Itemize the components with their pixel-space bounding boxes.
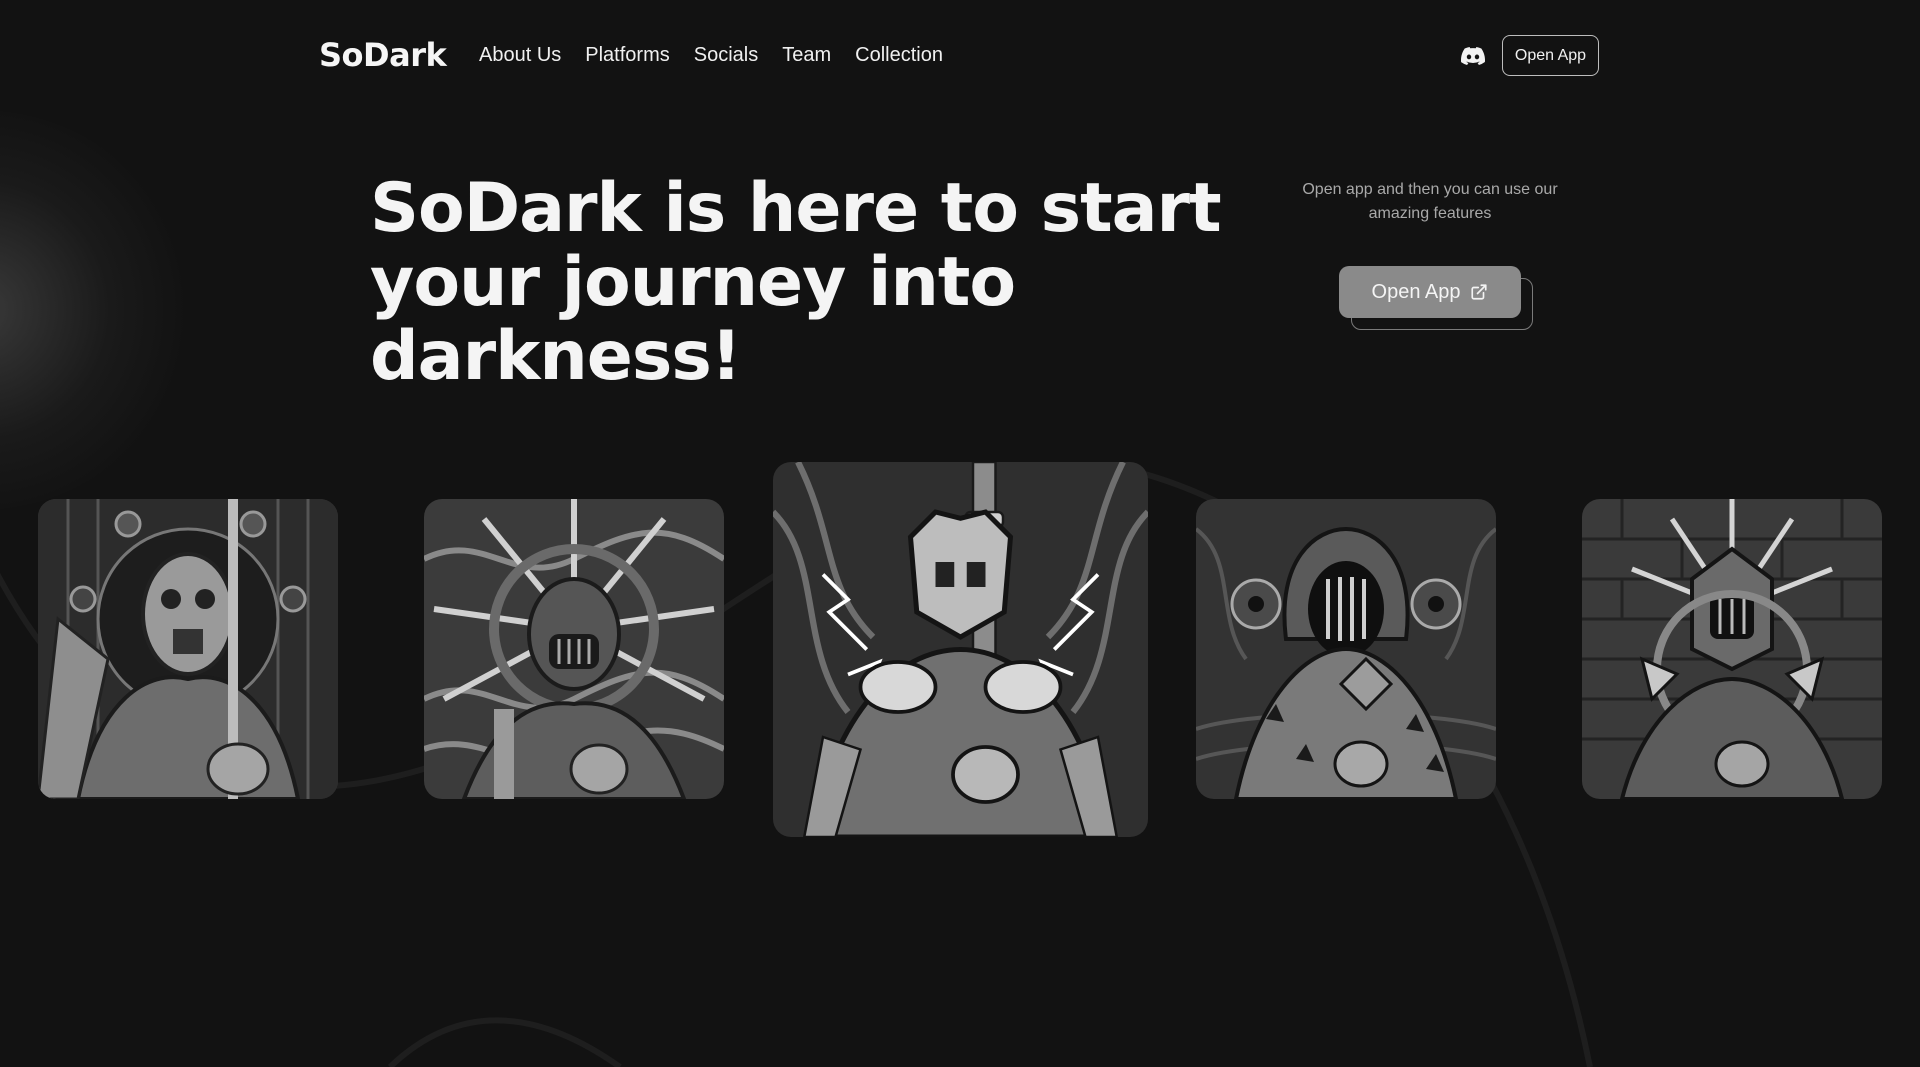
- nav-item-about-us[interactable]: About Us: [479, 44, 561, 67]
- cta-label: Open App: [1371, 280, 1461, 303]
- page: SoDark About Us Platforms Socials Team C…: [0, 0, 1920, 1067]
- artwork-image: [424, 499, 724, 799]
- main-nav: About Us Platforms Socials Team Collecti…: [479, 44, 967, 67]
- nft-card-hooded-eyes[interactable]: [1196, 499, 1496, 799]
- nft-card-spiked-helm[interactable]: [1582, 499, 1882, 799]
- open-app-header-button[interactable]: Open App: [1502, 35, 1599, 76]
- artwork-image: [1582, 499, 1882, 799]
- artwork-image: [773, 462, 1148, 837]
- brand-logo[interactable]: SoDark: [319, 36, 447, 74]
- nft-card-featured-lightning[interactable]: [773, 462, 1148, 837]
- nav-item-team[interactable]: Team: [782, 44, 831, 67]
- hero-title: SoDark is here to start your journey int…: [370, 169, 1222, 396]
- external-link-icon: [1471, 284, 1488, 300]
- artwork-image: [1196, 499, 1496, 799]
- discord-icon[interactable]: [1461, 46, 1485, 66]
- nav-item-collection[interactable]: Collection: [855, 44, 943, 67]
- artwork-image: [38, 499, 338, 799]
- open-app-hero-button[interactable]: Open App: [1339, 266, 1521, 318]
- nav-item-platforms[interactable]: Platforms: [585, 44, 669, 67]
- cta-wrapper: Open App: [1339, 266, 1533, 330]
- nft-card-masked-knight[interactable]: [38, 499, 338, 799]
- hero-subtitle: Open app and then you can use our amazin…: [1302, 181, 1558, 222]
- site-header: SoDark About Us Platforms Socials Team C…: [0, 0, 1920, 112]
- nav-item-socials[interactable]: Socials: [694, 44, 758, 67]
- nft-card-crowned-sun[interactable]: [424, 499, 724, 799]
